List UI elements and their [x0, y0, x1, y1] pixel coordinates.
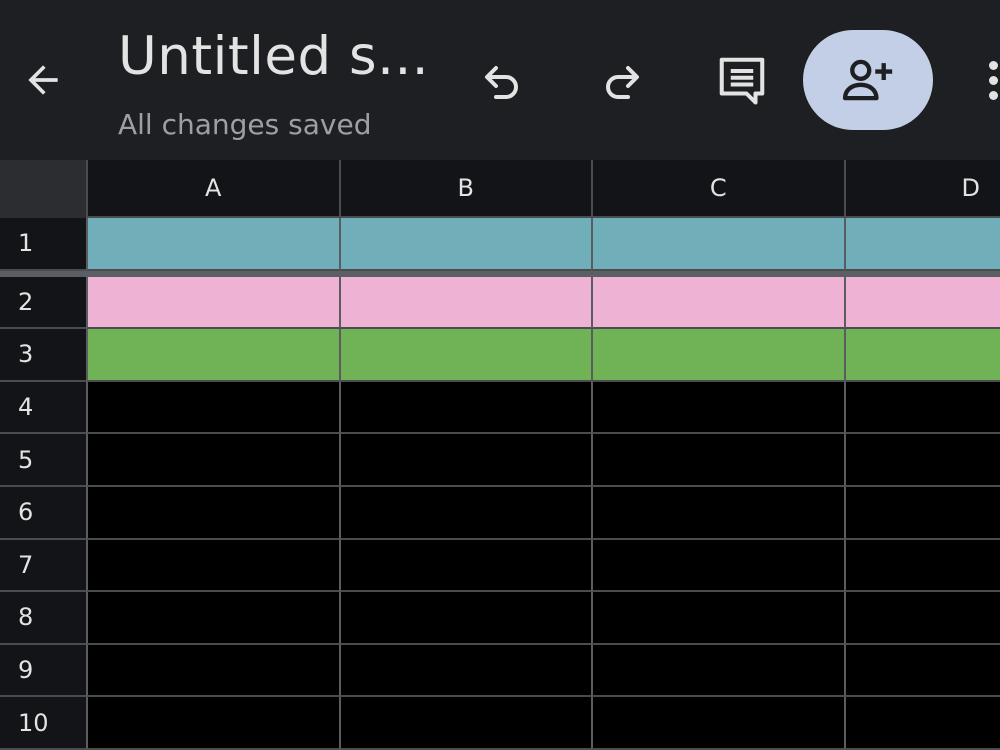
column-header-c[interactable]: C — [591, 160, 844, 218]
column-header-a[interactable]: A — [86, 160, 339, 218]
row-header-10[interactable]: 10 — [0, 697, 86, 750]
cell-c1[interactable] — [591, 218, 844, 271]
cell-a6[interactable] — [86, 487, 339, 540]
cell-c2[interactable] — [591, 276, 844, 330]
row-header-2[interactable]: 2 — [0, 276, 86, 330]
cell-a4[interactable] — [86, 381, 339, 435]
cell-d2[interactable] — [843, 276, 1000, 330]
cell-b1[interactable] — [338, 218, 591, 271]
row-header-1[interactable]: 1 — [0, 218, 86, 271]
cell-a9[interactable] — [86, 644, 339, 698]
row-header-7[interactable]: 7 — [0, 539, 86, 593]
more-options-button[interactable] — [978, 55, 1000, 105]
select-all-corner[interactable] — [0, 160, 86, 218]
cell-b8[interactable] — [338, 592, 591, 645]
cell-b5[interactable] — [338, 434, 591, 487]
column-header-d[interactable]: D — [843, 160, 1000, 218]
cell-d5[interactable] — [843, 434, 1000, 487]
row-header-5[interactable]: 5 — [0, 434, 86, 487]
cell-a10[interactable] — [86, 697, 339, 750]
spreadsheet-grid: A B C D 1 2 3 4 5 6 7 8 9 10 — [0, 160, 1000, 750]
row-header-4[interactable]: 4 — [0, 381, 86, 435]
cell-b6[interactable] — [338, 487, 591, 540]
comment-icon — [719, 57, 765, 105]
cell-b3[interactable] — [338, 329, 591, 382]
app-toolbar: Untitled s... All changes saved — [0, 0, 1000, 160]
cell-d1[interactable] — [843, 218, 1000, 271]
undo-button[interactable] — [472, 50, 532, 110]
redo-icon — [606, 66, 639, 99]
row-header-6[interactable]: 6 — [0, 487, 86, 540]
cell-a8[interactable] — [86, 592, 339, 645]
cell-d9[interactable] — [843, 644, 1000, 698]
cell-c6[interactable] — [591, 487, 844, 540]
cell-d7[interactable] — [843, 539, 1000, 593]
cell-b4[interactable] — [338, 381, 591, 435]
cell-d8[interactable] — [843, 592, 1000, 645]
cell-b7[interactable] — [338, 539, 591, 593]
cell-b9[interactable] — [338, 644, 591, 698]
cell-a1[interactable] — [86, 218, 339, 271]
cell-a3[interactable] — [86, 329, 339, 382]
cell-b2[interactable] — [338, 276, 591, 330]
person-add-icon — [842, 59, 893, 101]
cell-c5[interactable] — [591, 434, 844, 487]
cell-c7[interactable] — [591, 539, 844, 593]
undo-icon — [485, 66, 518, 99]
cell-d6[interactable] — [843, 487, 1000, 540]
back-button[interactable] — [18, 55, 68, 105]
row-header-3[interactable]: 3 — [0, 329, 86, 382]
cell-a5[interactable] — [86, 434, 339, 487]
cell-c3[interactable] — [591, 329, 844, 382]
cell-d10[interactable] — [843, 697, 1000, 750]
column-header-b[interactable]: B — [338, 160, 591, 218]
row-header-9[interactable]: 9 — [0, 644, 86, 698]
frozen-row-divider[interactable] — [0, 270, 1000, 277]
comment-button[interactable] — [712, 50, 772, 110]
save-status: All changes saved — [118, 108, 372, 141]
cell-d4[interactable] — [843, 381, 1000, 435]
cell-a2[interactable] — [86, 276, 339, 330]
share-button[interactable] — [803, 30, 933, 130]
cell-b10[interactable] — [338, 697, 591, 750]
more-vert-icon — [988, 60, 998, 70]
cell-c8[interactable] — [591, 592, 844, 645]
arrow-left-icon — [28, 65, 58, 95]
cell-a7[interactable] — [86, 539, 339, 593]
row-header-8[interactable]: 8 — [0, 592, 86, 645]
cell-d3[interactable] — [843, 329, 1000, 382]
cell-c4[interactable] — [591, 381, 844, 435]
document-title[interactable]: Untitled s... — [118, 26, 429, 87]
cell-c9[interactable] — [591, 644, 844, 698]
redo-button[interactable] — [592, 50, 652, 110]
cell-c10[interactable] — [591, 697, 844, 750]
